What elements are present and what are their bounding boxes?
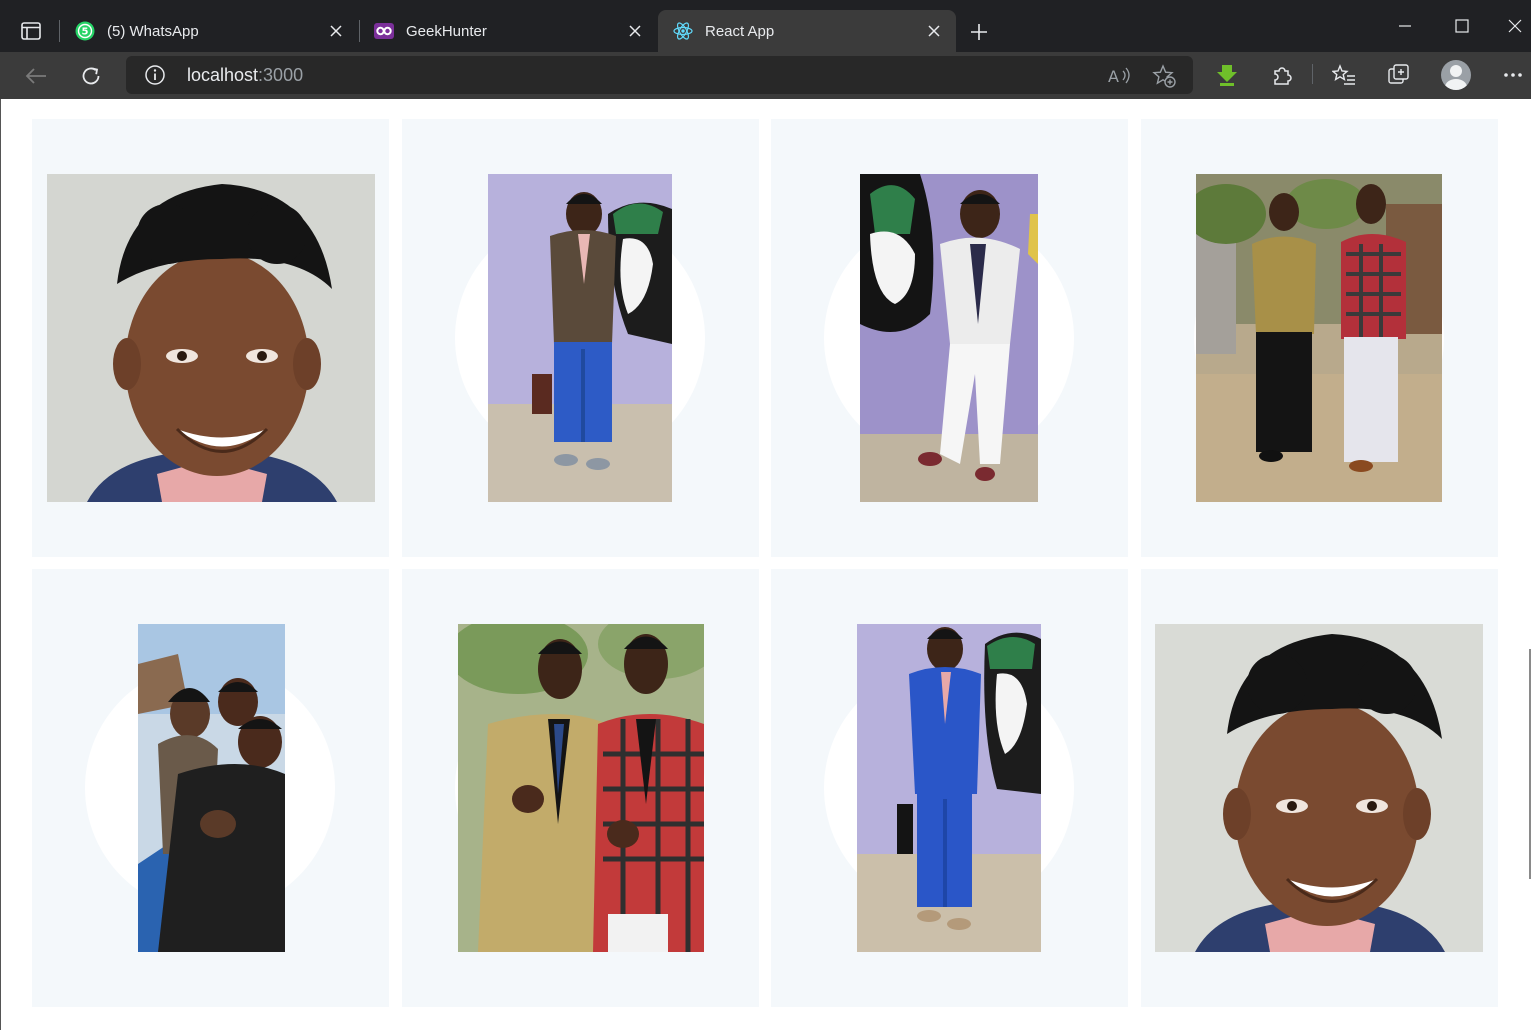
- gallery-card[interactable]: [1141, 569, 1498, 1007]
- photo: [860, 174, 1038, 502]
- svg-text:A: A: [1108, 67, 1119, 86]
- gallery-card[interactable]: [771, 119, 1128, 557]
- more-menu-icon[interactable]: [1496, 58, 1530, 92]
- tab-react-app[interactable]: React App: [658, 10, 956, 52]
- collections-icon[interactable]: [1382, 58, 1416, 92]
- photo: [47, 174, 375, 502]
- photo: [1196, 174, 1442, 502]
- photo: [138, 624, 285, 952]
- back-icon[interactable]: [19, 59, 53, 93]
- add-favorite-icon[interactable]: [1151, 63, 1177, 89]
- gallery-card[interactable]: [1141, 119, 1498, 557]
- refresh-icon[interactable]: [74, 59, 108, 93]
- close-icon[interactable]: [920, 17, 948, 45]
- minimize-icon[interactable]: [1385, 10, 1425, 42]
- toolbar-separator: [1312, 64, 1313, 84]
- tab-actions-icon[interactable]: [14, 16, 48, 46]
- gallery-card[interactable]: [32, 119, 389, 557]
- profile-avatar[interactable]: [1441, 60, 1471, 90]
- page-content: [0, 99, 1531, 1030]
- address-text[interactable]: localhost:3000: [187, 65, 303, 86]
- gallery-card[interactable]: [402, 119, 759, 557]
- close-icon[interactable]: [322, 17, 350, 45]
- new-tab-icon[interactable]: [964, 17, 994, 47]
- window-close-icon[interactable]: [1499, 10, 1531, 42]
- address-bar[interactable]: localhost:3000 A: [126, 56, 1193, 94]
- whatsapp-badge: 5: [82, 27, 89, 38]
- tab-title: (5) WhatsApp: [107, 22, 199, 40]
- read-aloud-icon[interactable]: A: [1106, 63, 1132, 89]
- tab-whatsapp[interactable]: 5 (5) WhatsApp: [60, 10, 358, 52]
- favorites-icon[interactable]: [1327, 58, 1361, 92]
- extensions-icon[interactable]: [1265, 58, 1299, 92]
- photo: [458, 624, 704, 952]
- tab-geekhunter[interactable]: GeekHunter: [359, 10, 657, 52]
- url-port: :3000: [258, 65, 304, 85]
- close-icon[interactable]: [621, 17, 649, 45]
- whatsapp-icon: 5: [75, 21, 95, 41]
- gallery-card[interactable]: [402, 569, 759, 1007]
- photo: [857, 624, 1041, 952]
- maximize-icon[interactable]: [1442, 10, 1482, 42]
- tab-title: React App: [705, 22, 775, 40]
- gallery-card[interactable]: [771, 569, 1128, 1007]
- tab-title: GeekHunter: [406, 22, 487, 40]
- gallery-card[interactable]: [32, 569, 389, 1007]
- tab-strip: 5 (5) WhatsApp GeekHunter React App: [0, 0, 1531, 52]
- url-host: localhost: [187, 65, 259, 85]
- info-icon[interactable]: [144, 64, 166, 86]
- react-icon: [673, 21, 693, 41]
- photo: [1155, 624, 1483, 952]
- download-extension-icon[interactable]: [1210, 58, 1244, 92]
- geekhunter-icon: [374, 21, 394, 41]
- photo: [488, 174, 672, 502]
